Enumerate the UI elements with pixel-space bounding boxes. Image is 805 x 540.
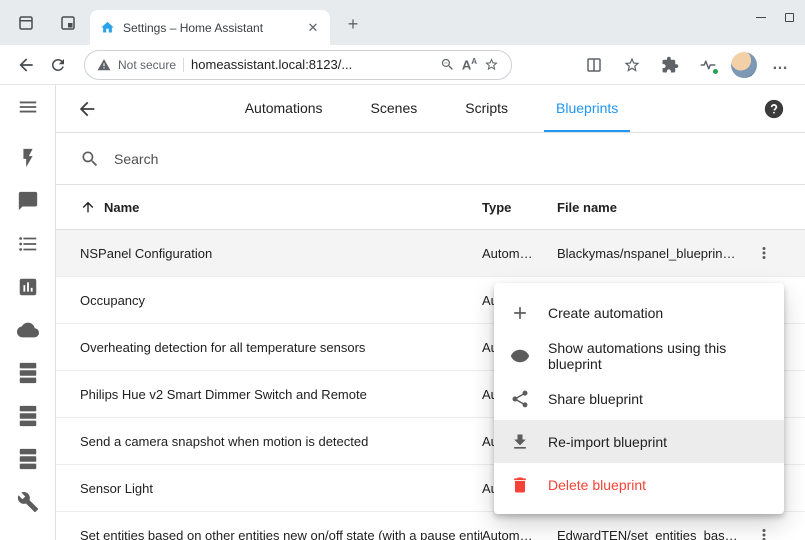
more-menu-icon[interactable]: …	[765, 50, 795, 80]
blueprint-name: Philips Hue v2 Smart Dimmer Switch and R…	[80, 387, 482, 402]
tab-title: Settings – Home Assistant	[123, 21, 296, 35]
favorites-icon[interactable]	[617, 50, 647, 80]
menu-item-show-automations[interactable]: Show automations using this blueprint	[494, 334, 784, 377]
row-overflow-menu-icon[interactable]	[746, 517, 782, 540]
plus-icon	[510, 303, 530, 323]
url-text[interactable]: homeassistant.local:8123/...	[191, 57, 433, 72]
sidebar-item-list-icon[interactable]	[15, 232, 41, 256]
table-row[interactable]: NSPanel Configuration Autom… Blackymas/n…	[56, 230, 805, 277]
profile-avatar[interactable]	[731, 52, 757, 78]
browser-window: Settings – Home Assistant ✕ + Not secure…	[0, 0, 805, 540]
search-bar	[56, 133, 805, 185]
minimize-icon[interactable]	[747, 4, 775, 30]
browser-essentials-icon[interactable]	[693, 50, 723, 80]
sidebar-item-cloud-icon[interactable]	[15, 318, 41, 342]
search-input[interactable]	[114, 151, 781, 167]
tab-scripts[interactable]: Scripts	[453, 85, 520, 132]
blueprint-name: Occupancy	[80, 293, 482, 308]
sidebar-item-chat-icon[interactable]	[15, 189, 41, 213]
blueprint-type: Autom…	[482, 246, 557, 261]
blueprint-file: EdwardTEN/set_entities_bas…	[557, 528, 742, 540]
favorite-star-icon[interactable]	[484, 57, 499, 72]
sidebar-menu-icon[interactable]	[15, 95, 41, 119]
security-label: Not secure	[118, 58, 176, 72]
browser-titlebar: Settings – Home Assistant ✕ +	[0, 0, 805, 45]
browser-tab[interactable]: Settings – Home Assistant ✕	[90, 10, 330, 45]
blueprint-type: Autom…	[482, 528, 557, 540]
sidebar-item-flash-icon[interactable]	[15, 146, 41, 170]
sidebar-item-server-icon[interactable]	[15, 361, 41, 385]
menu-item-reimport-blueprint[interactable]: Re-import blueprint	[494, 420, 784, 463]
tab-automations[interactable]: Automations	[233, 85, 335, 132]
table-row[interactable]: Set entities based on other entities new…	[56, 512, 805, 540]
menu-item-share-blueprint[interactable]: Share blueprint	[494, 377, 784, 420]
blueprint-name: Send a camera snapshot when motion is de…	[80, 434, 482, 449]
window-controls	[747, 4, 803, 30]
help-icon[interactable]	[763, 97, 787, 121]
blueprint-file: Blackymas/nspanel_blueprin…	[557, 246, 742, 261]
not-secure-alert-icon[interactable]	[97, 58, 111, 72]
sidebar-item-server-icon[interactable]	[15, 447, 41, 471]
tab-scenes[interactable]: Scenes	[359, 85, 430, 132]
read-aloud-icon[interactable]: AA	[462, 57, 477, 72]
sidebar-item-server-icon[interactable]	[15, 404, 41, 428]
menu-item-delete-blueprint[interactable]: Delete blueprint	[494, 463, 784, 506]
menu-item-create-automation[interactable]: Create automation	[494, 291, 784, 334]
address-bar[interactable]: Not secure homeassistant.local:8123/... …	[84, 50, 512, 80]
tab-close-icon[interactable]: ✕	[304, 19, 322, 37]
blueprint-name: Sensor Light	[80, 481, 482, 496]
split-screen-icon[interactable]	[579, 50, 609, 80]
download-icon	[510, 432, 530, 452]
ha-back-icon[interactable]	[76, 97, 100, 121]
column-header-name[interactable]: Name	[80, 199, 482, 215]
tab-actions-icon[interactable]	[12, 9, 40, 37]
back-icon[interactable]	[10, 49, 42, 81]
delete-icon	[510, 475, 530, 495]
extensions-icon[interactable]	[655, 50, 685, 80]
browser-toolbar: Not secure homeassistant.local:8123/... …	[0, 45, 805, 85]
sort-ascending-icon	[80, 199, 96, 215]
home-assistant-favicon	[100, 20, 115, 35]
column-header-file[interactable]: File name	[557, 200, 742, 215]
refresh-icon[interactable]	[42, 49, 74, 81]
workspaces-icon[interactable]	[54, 9, 82, 37]
share-icon	[510, 389, 530, 409]
sidebar-item-wrench-icon[interactable]	[15, 490, 41, 514]
search-icon	[80, 149, 100, 169]
ha-tab-bar: Automations Scenes Scripts Blueprints	[100, 85, 763, 132]
blueprint-name: Set entities based on other entities new…	[80, 528, 482, 540]
column-header-type[interactable]: Type	[482, 200, 557, 215]
eye-icon	[510, 346, 530, 366]
status-dot	[712, 68, 719, 75]
ha-header: Automations Scenes Scripts Blueprints	[56, 85, 805, 133]
new-tab-icon[interactable]: +	[340, 11, 366, 37]
ha-main: Automations Scenes Scripts Blueprints Na…	[56, 85, 805, 540]
row-overflow-menu-icon[interactable]	[746, 235, 782, 271]
zoom-icon[interactable]	[440, 57, 455, 72]
blueprint-name: Overheating detection for all temperatur…	[80, 340, 482, 355]
tab-blueprints[interactable]: Blueprints	[544, 85, 630, 132]
ha-sidebar	[0, 85, 56, 540]
blueprint-context-menu: Create automation Show automations using…	[494, 283, 784, 514]
table-header: Name Type File name	[56, 185, 805, 230]
blueprint-name: NSPanel Configuration	[80, 246, 482, 261]
divider	[183, 58, 184, 72]
maximize-icon[interactable]	[775, 4, 803, 30]
sidebar-item-chart-icon[interactable]	[15, 275, 41, 299]
